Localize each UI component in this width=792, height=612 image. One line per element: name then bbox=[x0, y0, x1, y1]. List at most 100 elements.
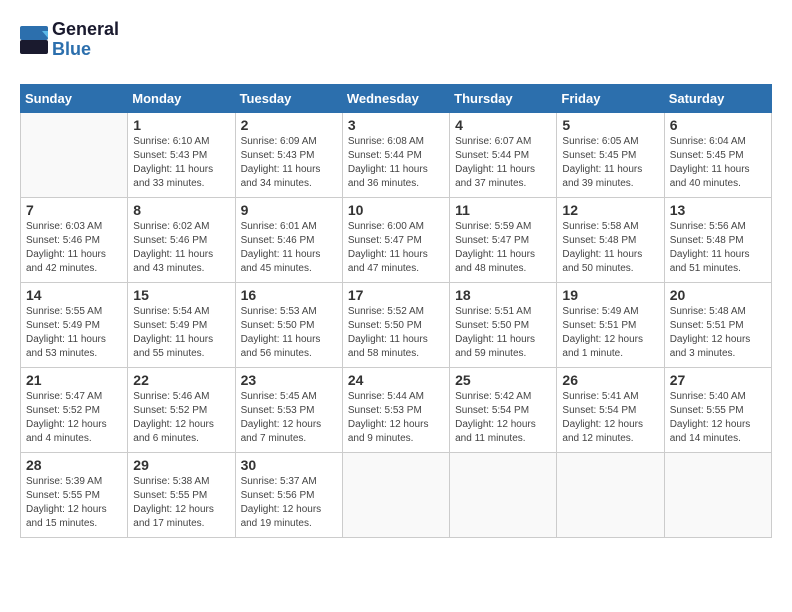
day-info: Sunrise: 5:59 AM Sunset: 5:47 PM Dayligh… bbox=[455, 220, 551, 276]
day-cell: 26 Sunrise: 5:41 AM Sunset: 5:54 PM Dayli… bbox=[557, 367, 664, 452]
day-number: 12 bbox=[562, 202, 658, 218]
day-cell: 14 Sunrise: 5:55 AM Sunset: 5:49 PM Dayli… bbox=[21, 282, 128, 367]
day-cell: 6 Sunrise: 6:04 AM Sunset: 5:45 PM Daylig… bbox=[664, 112, 771, 197]
header-thursday: Thursday bbox=[450, 84, 557, 112]
day-cell bbox=[450, 452, 557, 537]
day-info: Sunrise: 5:47 AM Sunset: 5:52 PM Dayligh… bbox=[26, 390, 122, 446]
day-number: 30 bbox=[241, 457, 337, 473]
day-cell bbox=[342, 452, 449, 537]
day-info: Sunrise: 6:08 AM Sunset: 5:44 PM Dayligh… bbox=[348, 135, 444, 191]
day-number: 22 bbox=[133, 372, 229, 388]
day-cell: 19 Sunrise: 5:49 AM Sunset: 5:51 PM Dayli… bbox=[557, 282, 664, 367]
header-sunday: Sunday bbox=[21, 84, 128, 112]
week-row-4: 28 Sunrise: 5:39 AM Sunset: 5:55 PM Dayli… bbox=[21, 452, 772, 537]
day-cell: 3 Sunrise: 6:08 AM Sunset: 5:44 PM Daylig… bbox=[342, 112, 449, 197]
day-number: 8 bbox=[133, 202, 229, 218]
day-number: 16 bbox=[241, 287, 337, 303]
day-info: Sunrise: 5:38 AM Sunset: 5:55 PM Dayligh… bbox=[133, 475, 229, 531]
day-info: Sunrise: 5:42 AM Sunset: 5:54 PM Dayligh… bbox=[455, 390, 551, 446]
calendar-header: SundayMondayTuesdayWednesdayThursdayFrid… bbox=[21, 84, 772, 112]
day-cell: 2 Sunrise: 6:09 AM Sunset: 5:43 PM Daylig… bbox=[235, 112, 342, 197]
day-number: 26 bbox=[562, 372, 658, 388]
day-info: Sunrise: 5:53 AM Sunset: 5:50 PM Dayligh… bbox=[241, 305, 337, 361]
day-info: Sunrise: 5:40 AM Sunset: 5:55 PM Dayligh… bbox=[670, 390, 766, 446]
day-number: 5 bbox=[562, 117, 658, 133]
day-number: 1 bbox=[133, 117, 229, 133]
day-number: 7 bbox=[26, 202, 122, 218]
day-cell: 12 Sunrise: 5:58 AM Sunset: 5:48 PM Dayli… bbox=[557, 197, 664, 282]
day-number: 3 bbox=[348, 117, 444, 133]
day-cell: 24 Sunrise: 5:44 AM Sunset: 5:53 PM Dayli… bbox=[342, 367, 449, 452]
day-info: Sunrise: 6:07 AM Sunset: 5:44 PM Dayligh… bbox=[455, 135, 551, 191]
day-cell: 9Sunrise: 6:01 AM Sunset: 5:46 PM Daylig… bbox=[235, 197, 342, 282]
day-cell bbox=[21, 112, 128, 197]
day-info: Sunrise: 5:58 AM Sunset: 5:48 PM Dayligh… bbox=[562, 220, 658, 276]
day-cell: 23Sunrise: 5:45 AM Sunset: 5:53 PM Dayli… bbox=[235, 367, 342, 452]
day-cell bbox=[557, 452, 664, 537]
day-number: 24 bbox=[348, 372, 444, 388]
day-number: 19 bbox=[562, 287, 658, 303]
day-info: Sunrise: 5:41 AM Sunset: 5:54 PM Dayligh… bbox=[562, 390, 658, 446]
day-info: Sunrise: 5:45 AM Sunset: 5:53 PM Dayligh… bbox=[241, 390, 337, 446]
week-row-3: 21Sunrise: 5:47 AM Sunset: 5:52 PM Dayli… bbox=[21, 367, 772, 452]
day-cell: 5 Sunrise: 6:05 AM Sunset: 5:45 PM Daylig… bbox=[557, 112, 664, 197]
day-info: Sunrise: 6:01 AM Sunset: 5:46 PM Dayligh… bbox=[241, 220, 337, 276]
day-number: 14 bbox=[26, 287, 122, 303]
day-number: 6 bbox=[670, 117, 766, 133]
week-row-0: 1 Sunrise: 6:10 AM Sunset: 5:43 PM Daylig… bbox=[21, 112, 772, 197]
day-info: Sunrise: 6:02 AM Sunset: 5:46 PM Dayligh… bbox=[133, 220, 229, 276]
logo: General Blue bbox=[20, 20, 119, 60]
logo-line1: General bbox=[52, 20, 119, 40]
day-cell: 18Sunrise: 5:51 AM Sunset: 5:50 PM Dayli… bbox=[450, 282, 557, 367]
day-number: 18 bbox=[455, 287, 551, 303]
day-cell: 27 Sunrise: 5:40 AM Sunset: 5:55 PM Dayli… bbox=[664, 367, 771, 452]
day-number: 2 bbox=[241, 117, 337, 133]
header-wednesday: Wednesday bbox=[342, 84, 449, 112]
day-info: Sunrise: 5:56 AM Sunset: 5:48 PM Dayligh… bbox=[670, 220, 766, 276]
logo-icon bbox=[20, 26, 48, 54]
day-cell: 15 Sunrise: 5:54 AM Sunset: 5:49 PM Dayli… bbox=[128, 282, 235, 367]
day-info: Sunrise: 5:54 AM Sunset: 5:49 PM Dayligh… bbox=[133, 305, 229, 361]
day-info: Sunrise: 5:49 AM Sunset: 5:51 PM Dayligh… bbox=[562, 305, 658, 361]
day-info: Sunrise: 5:55 AM Sunset: 5:49 PM Dayligh… bbox=[26, 305, 122, 361]
day-number: 10 bbox=[348, 202, 444, 218]
day-cell: 4 Sunrise: 6:07 AM Sunset: 5:44 PM Daylig… bbox=[450, 112, 557, 197]
day-info: Sunrise: 5:44 AM Sunset: 5:53 PM Dayligh… bbox=[348, 390, 444, 446]
day-info: Sunrise: 5:39 AM Sunset: 5:55 PM Dayligh… bbox=[26, 475, 122, 531]
calendar-body: 1 Sunrise: 6:10 AM Sunset: 5:43 PM Daylig… bbox=[21, 112, 772, 537]
day-info: Sunrise: 6:10 AM Sunset: 5:43 PM Dayligh… bbox=[133, 135, 229, 191]
day-cell bbox=[664, 452, 771, 537]
day-number: 15 bbox=[133, 287, 229, 303]
day-cell: 1 Sunrise: 6:10 AM Sunset: 5:43 PM Daylig… bbox=[128, 112, 235, 197]
day-cell: 10Sunrise: 6:00 AM Sunset: 5:47 PM Dayli… bbox=[342, 197, 449, 282]
day-number: 17 bbox=[348, 287, 444, 303]
day-cell: 11Sunrise: 5:59 AM Sunset: 5:47 PM Dayli… bbox=[450, 197, 557, 282]
logo-line2: Blue bbox=[52, 40, 119, 60]
day-info: Sunrise: 5:52 AM Sunset: 5:50 PM Dayligh… bbox=[348, 305, 444, 361]
day-info: Sunrise: 6:03 AM Sunset: 5:46 PM Dayligh… bbox=[26, 220, 122, 276]
day-number: 4 bbox=[455, 117, 551, 133]
week-row-2: 14 Sunrise: 5:55 AM Sunset: 5:49 PM Dayli… bbox=[21, 282, 772, 367]
day-cell: 21Sunrise: 5:47 AM Sunset: 5:52 PM Dayli… bbox=[21, 367, 128, 452]
day-info: Sunrise: 6:04 AM Sunset: 5:45 PM Dayligh… bbox=[670, 135, 766, 191]
day-cell: 8 Sunrise: 6:02 AM Sunset: 5:46 PM Daylig… bbox=[128, 197, 235, 282]
day-number: 29 bbox=[133, 457, 229, 473]
day-cell: 17 Sunrise: 5:52 AM Sunset: 5:50 PM Dayli… bbox=[342, 282, 449, 367]
day-info: Sunrise: 5:46 AM Sunset: 5:52 PM Dayligh… bbox=[133, 390, 229, 446]
day-cell: 25Sunrise: 5:42 AM Sunset: 5:54 PM Dayli… bbox=[450, 367, 557, 452]
week-row-1: 7 Sunrise: 6:03 AM Sunset: 5:46 PM Daylig… bbox=[21, 197, 772, 282]
header-friday: Friday bbox=[557, 84, 664, 112]
day-number: 28 bbox=[26, 457, 122, 473]
day-number: 27 bbox=[670, 372, 766, 388]
calendar-table: SundayMondayTuesdayWednesdayThursdayFrid… bbox=[20, 84, 772, 538]
day-cell: 28 Sunrise: 5:39 AM Sunset: 5:55 PM Dayli… bbox=[21, 452, 128, 537]
day-info: Sunrise: 6:09 AM Sunset: 5:43 PM Dayligh… bbox=[241, 135, 337, 191]
day-cell: 20Sunrise: 5:48 AM Sunset: 5:51 PM Dayli… bbox=[664, 282, 771, 367]
day-info: Sunrise: 6:05 AM Sunset: 5:45 PM Dayligh… bbox=[562, 135, 658, 191]
day-info: Sunrise: 5:37 AM Sunset: 5:56 PM Dayligh… bbox=[241, 475, 337, 531]
day-cell: 13 Sunrise: 5:56 AM Sunset: 5:48 PM Dayli… bbox=[664, 197, 771, 282]
day-number: 13 bbox=[670, 202, 766, 218]
day-cell: 29 Sunrise: 5:38 AM Sunset: 5:55 PM Dayli… bbox=[128, 452, 235, 537]
header-tuesday: Tuesday bbox=[235, 84, 342, 112]
day-cell: 30 Sunrise: 5:37 AM Sunset: 5:56 PM Dayli… bbox=[235, 452, 342, 537]
